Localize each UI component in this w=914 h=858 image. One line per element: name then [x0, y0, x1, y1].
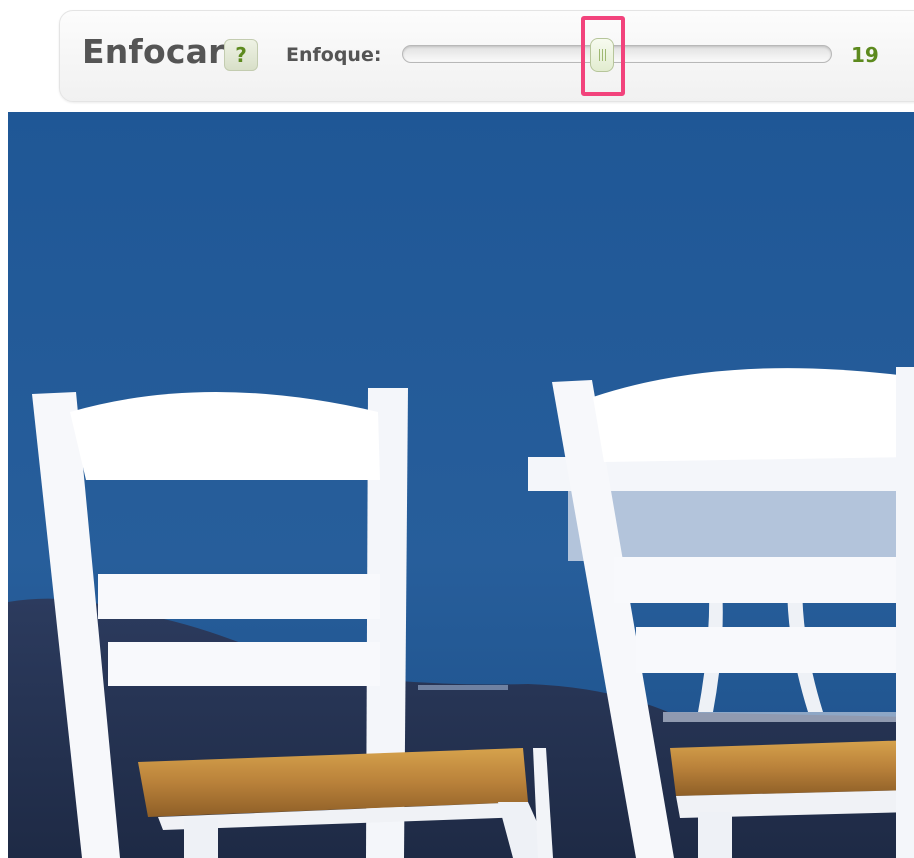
tool-title: Enfocar: [82, 32, 225, 71]
focus-tool-page: Enfocar ? Enfoque: 19: [0, 0, 914, 858]
question-mark-icon: ?: [235, 43, 247, 67]
help-button[interactable]: ?: [224, 39, 258, 71]
photo-scene: [8, 112, 914, 858]
preview-image: [8, 112, 914, 858]
slider-label: Enfoque:: [286, 44, 382, 66]
slider-highlight: [581, 16, 625, 96]
slider-value: 19: [851, 43, 879, 67]
